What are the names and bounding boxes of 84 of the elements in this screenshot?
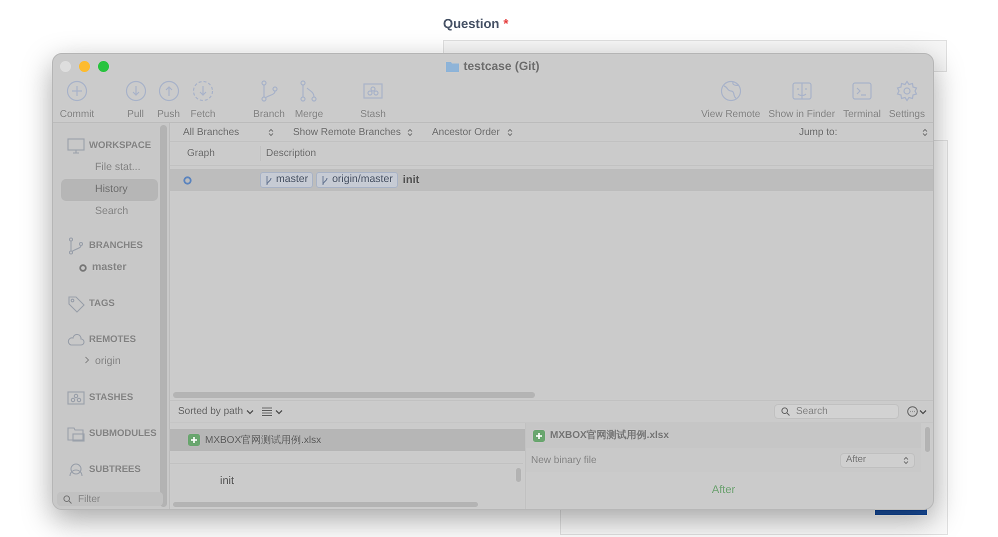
ellipsis-circle-icon [907,406,918,417]
commit-message-text: init [219,474,236,489]
diff-body-label: After [712,483,736,498]
toolbar-button[interactable]: Push [152,80,185,122]
branch-badge: origin/master [316,172,398,188]
toolbar-button[interactable]: Show in Finder [766,80,838,122]
section-heading: WORKSPACE [89,138,152,153]
required-mark: * [503,15,508,33]
branch-badge: master [260,172,314,188]
up-arrow-circle-icon [158,80,180,102]
added-file-icon [533,430,545,442]
toolbar-button[interactable]: Terminal [841,80,883,122]
sidebar-item[interactable]: File stat... [61,157,158,179]
chevron-down-icon [246,408,254,414]
scrollbar[interactable] [516,468,521,482]
section-heading: STASHES [89,390,134,405]
section-heading: SUBMODULES [89,426,157,441]
settings-icon [896,80,918,102]
diff-mode-dropdown[interactable]: After [840,452,915,468]
sidebar-item[interactable]: Search [61,201,158,223]
section-heading: BRANCHES [89,238,143,253]
file-row[interactable]: MXBOX官网测试用例.xlsx [170,429,525,451]
folder-icon [446,60,460,72]
commit-row[interactable]: master origin/master init [170,169,933,191]
scrollbar[interactable] [924,427,930,452]
filter-dropdown[interactable]: Show Remote Branches [280,124,419,140]
search-icon [781,407,790,416]
toolbar-button[interactable]: Fetch [185,80,221,122]
chevron-down-icon [275,408,284,414]
branch-icon [67,237,85,255]
minimize-window-button[interactable] [79,61,90,72]
toolbar-button[interactable]: Pull [119,80,152,122]
toolbar-button[interactable]: Settings [886,80,927,122]
question-label: Question [443,15,500,33]
stepper-icon [903,456,909,464]
column-header[interactable]: Description [260,146,316,161]
stash-box-icon [67,389,85,407]
toolbar-button[interactable]: Merge [289,80,329,122]
chevron-right-icon[interactable] [84,356,90,364]
toolbar-button[interactable]: Stash [353,80,393,122]
branch-icon [265,174,273,186]
toolbar-button[interactable]: Commit [57,80,97,122]
diff-info: New binary file [531,454,597,468]
filter-field[interactable]: Filter [57,492,163,506]
stepper-icon [268,128,274,136]
list-icon [262,407,272,416]
monitor-icon [67,137,85,155]
section-heading: REMOTES [89,332,136,347]
current-branch-icon [79,264,87,272]
sort-dropdown[interactable]: Sorted by path [178,404,254,419]
toolbar-button[interactable]: View Remote [699,80,762,122]
window-title: testcase (Git) [463,58,540,75]
added-file-icon [188,434,200,446]
terminal-icon [850,80,873,102]
sidebar-item[interactable]: origin [61,351,158,373]
toolbar-button[interactable]: Branch [249,80,289,122]
column-header[interactable]: Graph [170,146,260,161]
commit-message: init [402,172,420,188]
more-options-button[interactable] [907,406,927,417]
sidebar-item[interactable]: master [61,257,158,279]
branch-icon [321,174,330,186]
search-icon [63,494,72,504]
subtree-icon [67,461,85,479]
chevron-down-icon [919,408,927,414]
filter-dropdown[interactable]: Ancestor Order [419,124,519,140]
globe-icon [720,80,742,102]
diff-file-name: MXBOX官网测试用例.xlsx [550,428,669,443]
stepper-icon [922,128,928,136]
sidebar-item[interactable]: History [61,179,158,201]
search-field[interactable]: Search [774,404,899,419]
filter-dropdown[interactable]: All Branches [170,124,280,140]
plus-circle-icon [66,80,88,102]
stepper-icon [507,128,513,136]
commit-dot-icon [183,176,192,184]
down-arrow-circle-icon [124,80,146,102]
finder-icon [790,80,813,102]
stepper-icon [407,128,413,136]
view-mode-button[interactable] [262,407,284,416]
maximize-window-button[interactable] [98,61,109,72]
folders-icon [67,425,85,443]
jump-to-dropdown[interactable]: Jump to: [799,124,933,140]
section-heading: SUBTREES [89,462,141,477]
section-heading: TAGS [89,296,115,311]
tag-icon [67,295,85,313]
